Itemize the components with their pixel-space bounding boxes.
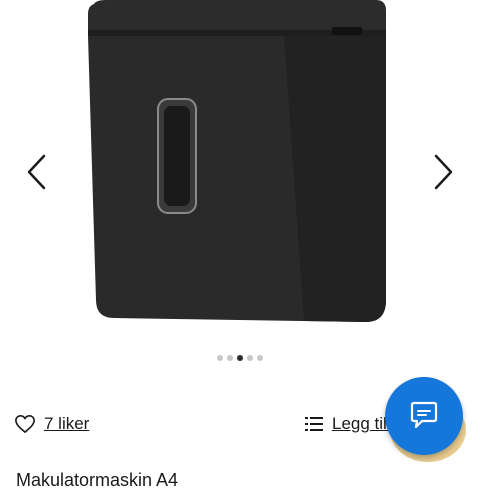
carousel-dot[interactable] <box>257 355 263 361</box>
product-title: Makulatormaskin A4 <box>16 470 179 490</box>
heart-outline-icon <box>15 415 35 433</box>
product-image <box>88 0 386 322</box>
chat-button[interactable] <box>385 377 463 455</box>
carousel-dot-active[interactable] <box>237 355 243 361</box>
image-gallery[interactable] <box>0 0 480 392</box>
list-icon <box>305 417 323 431</box>
next-image-button[interactable] <box>424 150 464 194</box>
carousel-dot[interactable] <box>217 355 223 361</box>
previous-image-button[interactable] <box>16 150 56 194</box>
carousel-dots <box>0 353 480 363</box>
chat-bubble-icon <box>410 401 438 429</box>
like-count-label: 7 liker <box>44 414 90 433</box>
chevron-right-icon <box>434 154 453 190</box>
like-button[interactable]: 7 liker <box>14 410 89 438</box>
carousel-dot[interactable] <box>227 355 233 361</box>
carousel-dot[interactable] <box>247 355 253 361</box>
chevron-left-icon <box>27 154 46 190</box>
